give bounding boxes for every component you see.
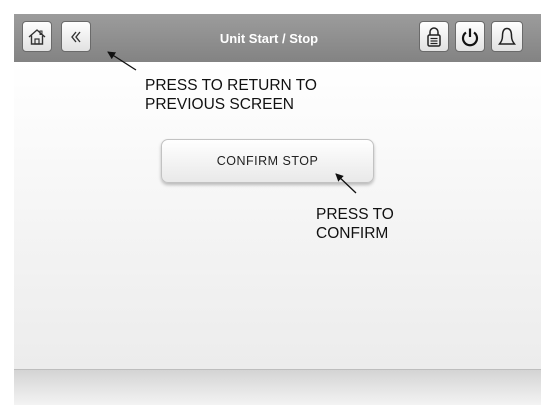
lock-icon — [427, 26, 441, 47]
footer-bar — [14, 369, 541, 405]
alarm-button[interactable] — [491, 21, 523, 52]
home-icon — [28, 28, 46, 45]
power-icon — [461, 28, 479, 46]
confirm-stop-button[interactable]: CONFIRM STOP — [161, 139, 374, 183]
confirm-annotation: PRESS TO CONFIRM — [316, 205, 394, 243]
unit-screen: Unit Start / Stop CONFIRM STOP — [14, 14, 541, 405]
alarm-bell-icon — [498, 27, 516, 45]
header-bar: Unit Start / Stop — [14, 14, 541, 62]
confirm-annotation-line: PRESS TO — [316, 206, 394, 223]
lock-button[interactable] — [419, 21, 449, 52]
home-button[interactable] — [22, 21, 52, 52]
back-annotation-line: PREVIOUS SCREEN — [145, 96, 295, 113]
confirm-annotation-line: CONFIRM — [316, 225, 389, 242]
back-annotation: PRESS TO RETURN TO PREVIOUS SCREEN — [145, 76, 317, 114]
power-button[interactable] — [455, 21, 485, 52]
back-button[interactable] — [61, 21, 91, 52]
page-title: Unit Start / Stop — [219, 30, 319, 46]
back-icon — [71, 31, 81, 42]
back-annotation-line: PRESS TO RETURN TO — [145, 77, 317, 94]
